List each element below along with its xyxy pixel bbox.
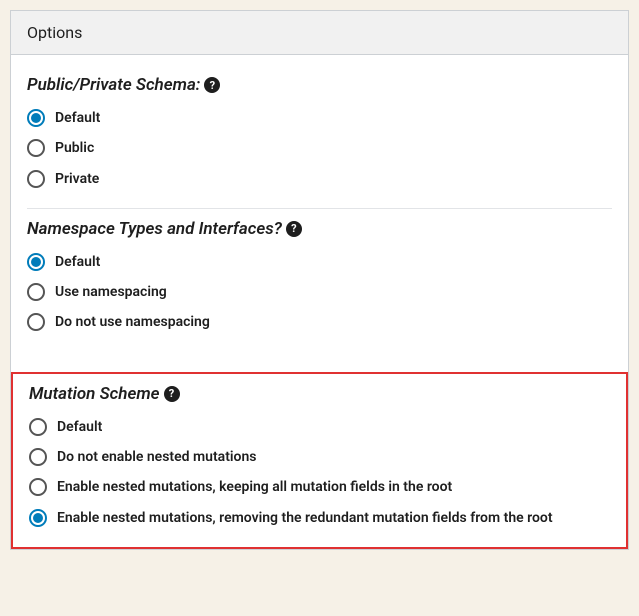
mutation-section-highlight: Mutation Scheme ? Default Do not enable … — [11, 372, 628, 549]
radio-label: Default — [57, 417, 102, 437]
radio-icon — [27, 253, 45, 271]
schema-option-default[interactable]: Default — [27, 103, 612, 133]
help-icon[interactable]: ? — [204, 77, 220, 93]
radio-icon — [27, 313, 45, 331]
radio-icon — [27, 170, 45, 188]
schema-option-public[interactable]: Public — [27, 133, 612, 163]
help-icon[interactable]: ? — [164, 386, 180, 402]
schema-section-title: Public/Private Schema: ? — [27, 75, 612, 95]
radio-label: Private — [55, 169, 99, 189]
radio-label: Use namespacing — [55, 282, 167, 302]
mutation-option-keep-root[interactable]: Enable nested mutations, keeping all mut… — [29, 472, 610, 502]
radio-label: Do not enable nested mutations — [57, 447, 256, 467]
radio-label: Enable nested mutations, keeping all mut… — [57, 477, 452, 497]
radio-icon — [27, 139, 45, 157]
namespace-option-none[interactable]: Do not use namespacing — [27, 307, 612, 337]
panel-body: Public/Private Schema: ? Default Public … — [11, 55, 628, 368]
radio-label: Public — [55, 138, 94, 158]
mutation-option-default[interactable]: Default — [29, 412, 610, 442]
radio-label: Default — [55, 108, 100, 128]
mutation-option-disable[interactable]: Do not enable nested mutations — [29, 442, 610, 472]
options-panel: Options Public/Private Schema: ? Default… — [10, 10, 629, 550]
mutation-section-title: Mutation Scheme ? — [29, 384, 610, 404]
namespace-option-use[interactable]: Use namespacing — [27, 277, 612, 307]
namespace-option-default[interactable]: Default — [27, 247, 612, 277]
mutation-option-remove-root[interactable]: Enable nested mutations, removing the re… — [29, 503, 610, 533]
radio-label: Enable nested mutations, removing the re… — [57, 508, 553, 528]
schema-section: Public/Private Schema: ? Default Public … — [27, 65, 612, 208]
radio-icon — [29, 478, 47, 496]
radio-icon — [29, 418, 47, 436]
namespace-section-title: Namespace Types and Interfaces? ? — [27, 219, 612, 239]
radio-icon — [27, 109, 45, 127]
panel-title: Options — [27, 23, 612, 42]
schema-title-text: Public/Private Schema: — [27, 75, 200, 95]
help-icon[interactable]: ? — [286, 221, 302, 237]
radio-icon — [29, 448, 47, 466]
radio-icon — [27, 283, 45, 301]
panel-header: Options — [11, 11, 628, 55]
mutation-title-text: Mutation Scheme — [29, 384, 160, 404]
radio-label: Do not use namespacing — [55, 312, 210, 332]
radio-label: Default — [55, 252, 100, 272]
namespace-title-text: Namespace Types and Interfaces? — [27, 219, 282, 239]
radio-icon — [29, 509, 47, 527]
schema-option-private[interactable]: Private — [27, 164, 612, 194]
namespace-section: Namespace Types and Interfaces? ? Defaul… — [27, 208, 612, 352]
